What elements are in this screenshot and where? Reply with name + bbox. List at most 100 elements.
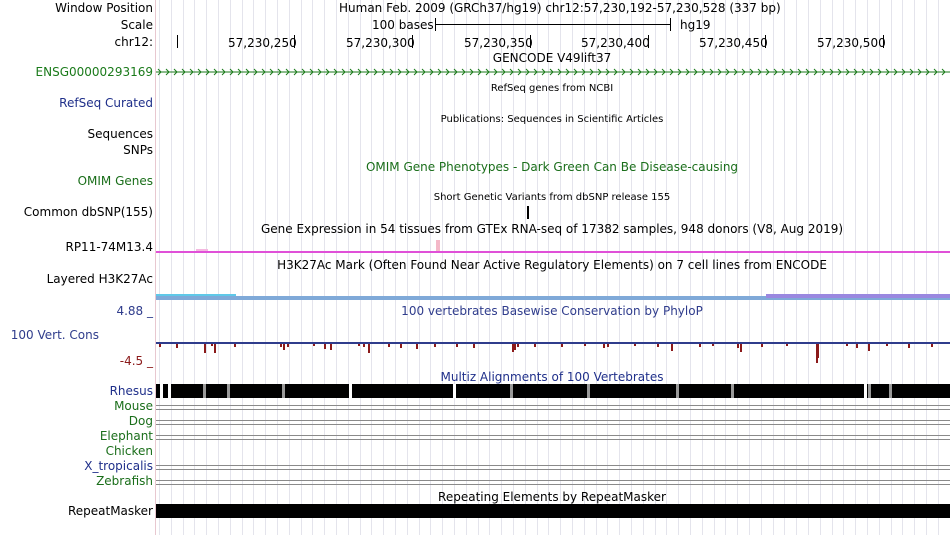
phylop-negative-bar [280, 344, 282, 347]
rhesus-alignment-gap [889, 384, 892, 398]
phylop-negative-bar [456, 344, 458, 347]
base-gridline [194, 0, 195, 535]
phylop-negative-bar [313, 344, 315, 346]
gencode-track-label[interactable]: ENSG00000293169 [36, 65, 153, 79]
ruler-tick [883, 35, 884, 48]
gtex-track-label[interactable]: RP11-74M13.4 [65, 240, 153, 254]
omim-track-title: OMIM Gene Phenotypes - Dark Green Can Be… [365, 160, 739, 174]
base-gridline [265, 0, 266, 535]
base-gridline [879, 0, 880, 535]
ruler-tick [177, 35, 178, 48]
repeatmasker-track-label[interactable]: RepeatMasker [68, 504, 153, 518]
scale-label: Scale [120, 18, 153, 32]
refseq-track-title: RefSeq genes from NCBI [490, 83, 614, 94]
scale-bar [435, 24, 670, 25]
multiz-species-zebrafish[interactable]: Zebrafish [96, 474, 153, 488]
gencode-transcript[interactable] [156, 66, 950, 78]
publications-track-label[interactable]: Sequences [88, 127, 153, 141]
phylop-negative-bar [358, 344, 360, 346]
base-gridline [206, 0, 207, 535]
phylop-negative-bar [671, 344, 673, 351]
base-gridline [938, 0, 939, 535]
ruler-label-3: 57,230,350 [464, 36, 533, 50]
window-position-label: Window Position [55, 1, 153, 15]
phylop-min-label: -4.5 _ [119, 354, 153, 368]
phylop-negative-bar [204, 344, 206, 353]
rhesus-alignment-gap [453, 384, 456, 398]
multiz-species-dog[interactable]: Dog [129, 414, 153, 428]
phylop-max-label: 4.88 _ [116, 304, 153, 318]
rhesus-alignment-gap [676, 384, 679, 398]
omim-track-label[interactable]: OMIM Genes [78, 174, 153, 188]
h3k27ac-track-label[interactable]: Layered H3K27Ac [47, 272, 153, 286]
gtex-expression-bar[interactable] [156, 251, 950, 253]
ruler-label-2: 57,230,300 [346, 36, 415, 50]
base-gridline [891, 0, 892, 535]
h3k27ac-track-title: H3K27Ac Mark (Often Found Near Active Re… [277, 258, 827, 272]
phylop-negative-bar [283, 344, 285, 350]
ruler-tick [294, 35, 295, 48]
multiz-species-chicken[interactable]: Chicken [106, 444, 153, 458]
rhesus-alignment-gap [227, 384, 230, 398]
dbsnp-track-title: Short Genetic Variants from dbSNP releas… [433, 192, 671, 203]
dbsnp-track-label[interactable]: Common dbSNP(155) [24, 205, 153, 219]
phylop-negative-bar [603, 344, 605, 348]
zebrafish-alignment[interactable] [156, 480, 950, 481]
mouse-alignment-secondary [156, 409, 950, 410]
phylop-negative-bar [330, 344, 332, 350]
rhesus-alignment-gap [282, 384, 285, 398]
track-image-area[interactable]: Human Feb. 2009 (GRCh37/hg19) chr12:57,2… [156, 0, 950, 535]
elephant-alignment-secondary [156, 439, 950, 440]
phylop-track-label[interactable]: 100 Vert. Cons [11, 328, 99, 342]
phylop-negative-bar [699, 344, 701, 347]
phylop-negative-bar [363, 344, 365, 347]
phylop-negative-bar [324, 344, 326, 349]
rhesus-alignment-gap [203, 384, 206, 398]
multiz-species-xtropicalis[interactable]: X_tropicalis [84, 459, 153, 473]
mouse-alignment[interactable] [156, 405, 950, 406]
multiz-track-title: Multiz Alignments of 100 Vertebrates [440, 370, 664, 384]
dog-alignment[interactable] [156, 420, 950, 421]
rhesus-alignment[interactable] [156, 384, 950, 398]
multiz-species-elephant[interactable]: Elephant [100, 429, 153, 443]
phylop-negative-bar [473, 344, 475, 348]
rhesus-alignment-gap [510, 384, 513, 398]
phylop-negative-bar [846, 344, 848, 346]
phylop-negative-bar [287, 344, 289, 347]
multiz-species-rhesus[interactable]: Rhesus [110, 384, 153, 398]
phylop-negative-bar [514, 344, 516, 350]
elephant-alignment[interactable] [156, 435, 950, 436]
scale-bar-right-cap [670, 18, 671, 31]
rhesus-alignment-gap [160, 384, 163, 398]
dog-alignment-secondary [156, 424, 950, 425]
gtex-track-title: Gene Expression in 54 tissues from GTEx … [260, 222, 844, 236]
scale-bar-left-cap [435, 18, 436, 31]
chrom-label: chr12: [114, 35, 153, 49]
base-gridline [218, 0, 219, 535]
phylop-negative-bar [400, 344, 402, 348]
xtropicalis-alignment[interactable] [156, 465, 950, 466]
dbsnp-variant[interactable] [527, 206, 529, 219]
base-gridline [867, 0, 868, 535]
base-gridline [242, 0, 243, 535]
repeatmasker-element[interactable] [156, 504, 950, 518]
phylop-negative-bar [159, 344, 161, 347]
phylop-negative-bar [931, 344, 933, 347]
rhesus-alignment-gap [864, 384, 867, 398]
rhesus-alignment-gap [587, 384, 590, 398]
base-gridline [253, 0, 254, 535]
base-gridline [230, 0, 231, 535]
ruler-label-1: 57,230,250 [228, 36, 297, 50]
phylop-signal[interactable] [156, 330, 950, 372]
refseq-track-label[interactable]: RefSeq Curated [59, 96, 153, 110]
snps-track-label[interactable]: SNPs [123, 143, 153, 157]
phylop-negative-bar [176, 344, 178, 348]
phylop-negative-bar [657, 344, 659, 347]
phylop-negative-bar [434, 344, 436, 347]
scale-text: 100 bases [372, 18, 434, 32]
rhesus-alignment-gap [168, 384, 171, 398]
phylop-negative-bar [234, 344, 236, 347]
ruler-label-5: 57,230,450 [699, 36, 768, 50]
multiz-species-mouse[interactable]: Mouse [114, 399, 153, 413]
gtex-minor-peak [196, 249, 208, 251]
